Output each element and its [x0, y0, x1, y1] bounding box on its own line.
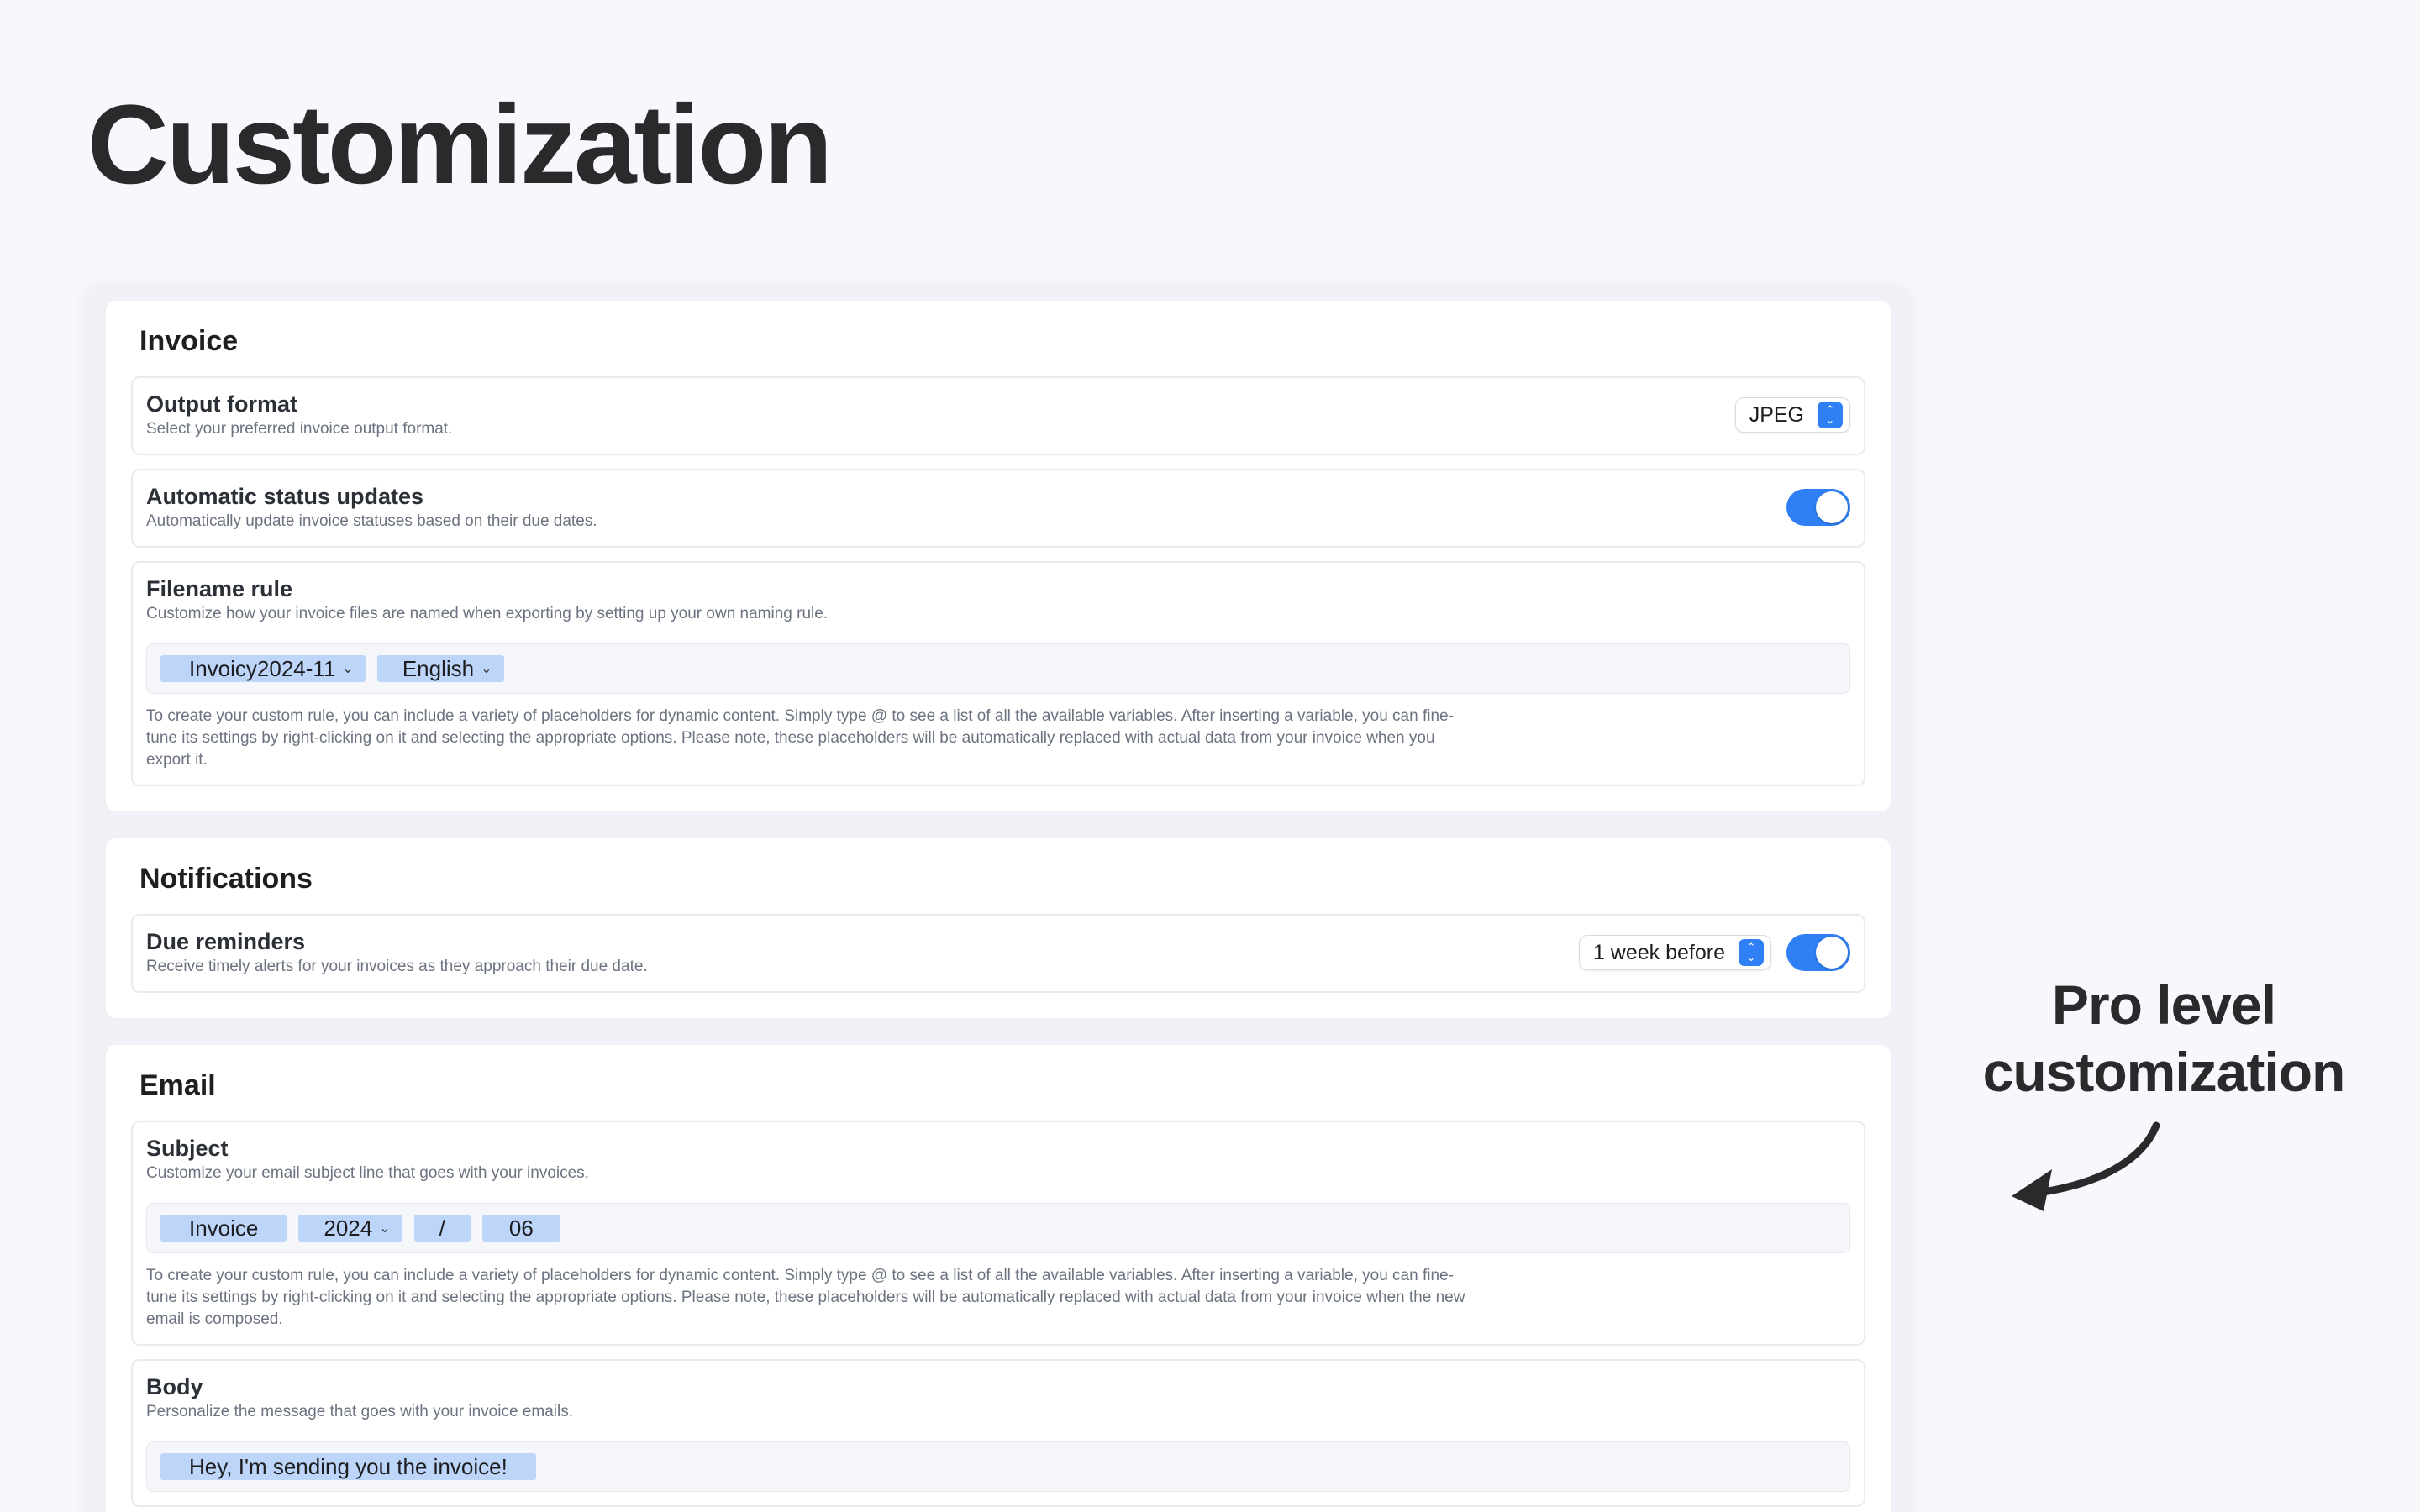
chevron-down-icon: ⌄	[342, 662, 354, 676]
token-label: Invoice	[189, 1215, 259, 1241]
reminder-timing-select[interactable]: 1 week before ⌃ ⌄	[1578, 935, 1771, 970]
separator-token[interactable]: /	[413, 1215, 471, 1242]
section-title: Email	[139, 1069, 216, 1101]
token-label: 06	[508, 1215, 534, 1241]
curved-arrow-icon	[2012, 1121, 2160, 1211]
toggle-knob	[1816, 491, 1848, 523]
row-description: Automatically update invoice statuses ba…	[146, 512, 597, 530]
subject-token[interactable]: Invoice	[160, 1215, 287, 1242]
row-title: Output format	[146, 391, 297, 417]
due-reminders-row: Due reminders Receive timely alerts for …	[131, 914, 1865, 993]
row-title: Body	[146, 1374, 203, 1399]
row-description: Customize your email subject line that g…	[146, 1164, 589, 1182]
language-token[interactable]: English ⌄	[376, 655, 504, 682]
settings-panel: Invoice Output format Select your prefer…	[87, 286, 1909, 1512]
month-token[interactable]: 06	[481, 1215, 560, 1242]
row-description: Personalize the message that goes with y…	[146, 1403, 573, 1420]
subject-row: Subject Customize your email subject lin…	[131, 1121, 1865, 1346]
body-row: Body Personalize the message that goes w…	[131, 1359, 1865, 1507]
filename-rule-row: Filename rule Customize how your invoice…	[131, 561, 1865, 786]
callout-line: customization	[1982, 1041, 2346, 1103]
callout-line: Pro level	[2051, 974, 2276, 1036]
filename-token[interactable]: Invoicy2024-11 ⌄	[160, 655, 366, 682]
due-reminders-toggle[interactable]	[1786, 934, 1850, 971]
row-description: Receive timely alerts for your invoices …	[146, 958, 648, 975]
row-description: Select your preferred invoice output for…	[146, 420, 453, 438]
promo-callout: Pro level customization	[1958, 971, 2370, 1105]
page-title: Customization	[87, 82, 833, 207]
row-description: Customize how your invoice files are nam…	[146, 605, 829, 622]
filename-rule-field[interactable]: Invoicy2024-11 ⌄ English ⌄	[146, 643, 1850, 694]
stepper-chevrons-icon: ⌃ ⌄	[1818, 402, 1843, 428]
chevron-down-icon: ⌄	[481, 662, 492, 676]
row-title: Due reminders	[146, 929, 306, 954]
row-title: Filename rule	[146, 576, 293, 601]
help-text: To create your custom rule, you can incl…	[146, 707, 1454, 769]
email-section: Email Subject Customize your email subje…	[106, 1045, 1891, 1512]
section-title: Invoice	[139, 325, 239, 357]
token-label: 2024	[324, 1215, 373, 1241]
auto-status-toggle[interactable]	[1786, 489, 1850, 526]
toggle-knob	[1816, 937, 1848, 969]
body-field[interactable]: Hey, I'm sending you the invoice!	[146, 1441, 1850, 1492]
auto-status-row: Automatic status updates Automatically u…	[131, 469, 1865, 548]
stepper-chevrons-icon: ⌃ ⌄	[1739, 939, 1764, 966]
select-value: 1 week before	[1592, 940, 1725, 964]
invoice-section: Invoice Output format Select your prefer…	[106, 301, 1891, 811]
output-format-row: Output format Select your preferred invo…	[131, 376, 1865, 455]
chevron-down-icon: ⌄	[379, 1221, 391, 1236]
help-text: To create your custom rule, you can incl…	[146, 1267, 1465, 1328]
select-value: JPEG	[1749, 402, 1804, 427]
section-title: Notifications	[139, 863, 313, 895]
year-token[interactable]: 2024 ⌄	[298, 1215, 402, 1242]
token-label: Hey, I'm sending you the invoice!	[189, 1454, 508, 1479]
token-label: English	[402, 656, 475, 681]
body-token[interactable]: Hey, I'm sending you the invoice!	[160, 1453, 536, 1480]
notifications-section: Notifications Due reminders Receive time…	[106, 838, 1891, 1018]
page: Customization Invoice Output format Sele…	[0, 0, 2420, 1512]
row-title: Subject	[146, 1136, 229, 1161]
token-label: Invoicy2024-11	[189, 656, 336, 681]
token-label: /	[439, 1215, 445, 1241]
output-format-select[interactable]: JPEG ⌃ ⌄	[1734, 397, 1850, 433]
row-title: Automatic status updates	[146, 484, 424, 509]
subject-field[interactable]: Invoice 2024 ⌄ / 06	[146, 1203, 1850, 1253]
